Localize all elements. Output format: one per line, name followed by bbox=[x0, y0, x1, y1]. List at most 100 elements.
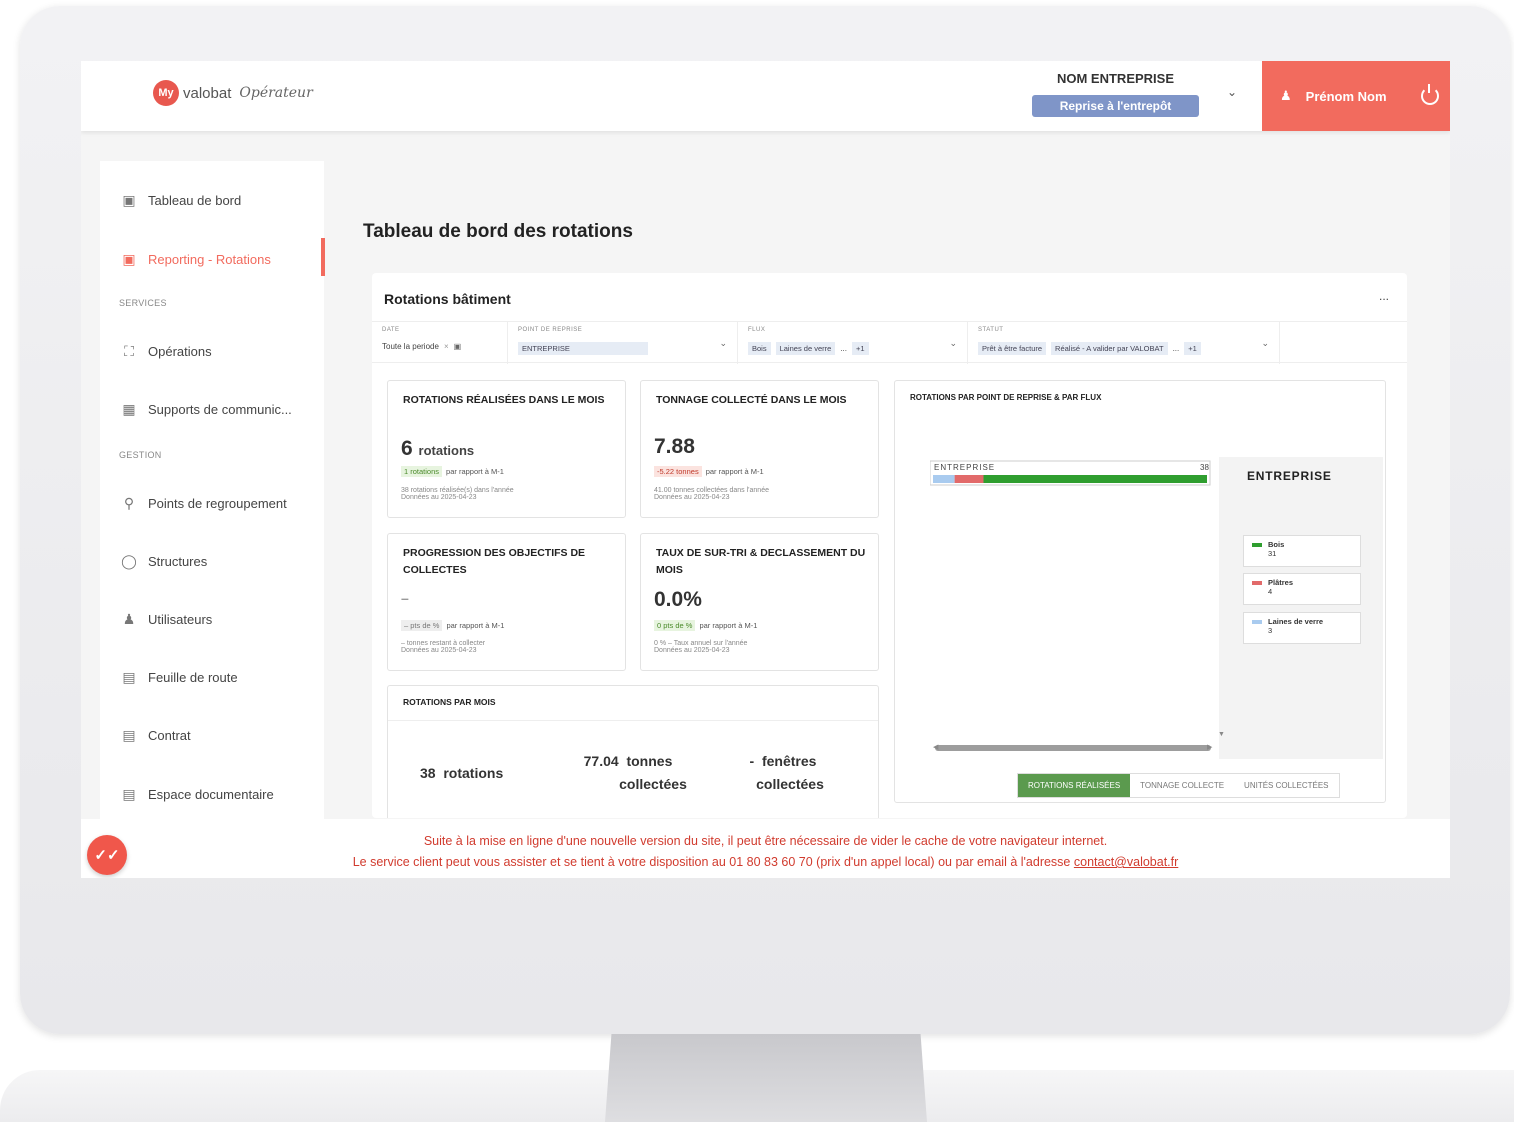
users-icon: ♟ bbox=[122, 610, 136, 627]
card-foot-date: Données au 2025-04-23 bbox=[401, 494, 477, 501]
card-delta: 0 pts de % par rapport à M-1 bbox=[654, 620, 757, 631]
cache-notice: Suite à la mise en ligne d'une nouvelle … bbox=[81, 819, 1450, 878]
tab-unites-collectees[interactable]: UNITÉS COLLECTÉES bbox=[1234, 774, 1338, 797]
app-screen: My valobat Opérateur NOM ENTREPRISE Repr… bbox=[81, 61, 1450, 878]
bar-segment-2[interactable] bbox=[983, 475, 1207, 483]
card-value: – bbox=[401, 590, 409, 606]
sidebar-item-operations[interactable]: ⛶ Opérations bbox=[120, 342, 212, 360]
sidebar-item-reporting-rotations[interactable]: ▣ Reporting - Rotations bbox=[120, 250, 270, 268]
legend-item-platres[interactable]: Plâtres 4 bbox=[1243, 573, 1361, 605]
card-title: TONNAGE COLLECTÉ DANS LE MOIS bbox=[656, 394, 847, 406]
logo-word: valobat bbox=[183, 84, 232, 102]
filter-value-row: Toute la periode × ▣ bbox=[382, 342, 461, 351]
date-filter[interactable]: DATE Toute la periode × ▣ bbox=[372, 322, 508, 364]
point-de-reprise-filter[interactable]: POINT DE REPRISE ENTREPRISE ⌄ bbox=[508, 322, 738, 364]
card-title: PROGRESSION DES OBJECTIFS DE COLLECTES bbox=[403, 547, 586, 576]
statut-filter[interactable]: STATUT Prêt à être facture Réalisé - A v… bbox=[968, 322, 1280, 364]
card-title: ROTATIONS RÉALISÉES DANS LE MOIS bbox=[403, 394, 605, 406]
sidebar-item-structures[interactable]: ◯ Structures bbox=[120, 552, 207, 570]
user-icon: ♟ bbox=[1280, 88, 1292, 103]
horizontal-scrollbar[interactable] bbox=[935, 745, 1211, 751]
flux-filter[interactable]: FLUX Bois Laines de verre ... +1 ⌄ bbox=[738, 322, 968, 364]
checkmark-fab-icon[interactable]: ✓✓ bbox=[87, 835, 127, 875]
delta-chip: 1 rotations bbox=[401, 466, 443, 477]
scroll-left-icon[interactable]: ◀ bbox=[933, 743, 938, 751]
logo-subtitle: Opérateur bbox=[239, 85, 313, 101]
sidebar: ▣ Tableau de bord ▣ Reporting - Rotation… bbox=[100, 161, 325, 821]
filter-value-row: Bois Laines de verre ... +1 bbox=[748, 342, 869, 355]
chevron-down-icon[interactable]: ⌄ bbox=[1261, 338, 1269, 349]
sidebar-item-espace-documentaire[interactable]: ▤ Espace documentaire bbox=[120, 785, 273, 803]
statut-chip[interactable]: Prêt à être facture bbox=[978, 342, 1047, 355]
logo[interactable]: My valobat Opérateur bbox=[153, 80, 313, 106]
card-value: 6 rotations bbox=[401, 437, 474, 461]
delta-text: par rapport à M-1 bbox=[446, 467, 504, 476]
legend-value: 31 bbox=[1268, 549, 1277, 558]
scroll-down-icon[interactable]: ▼ bbox=[1218, 731, 1225, 738]
power-icon[interactable] bbox=[1420, 84, 1439, 105]
chevron-down-icon[interactable]: ⌄ bbox=[949, 338, 957, 349]
delta-chip: – pts de % bbox=[401, 620, 443, 631]
chart-legend: ENTREPRISE Bois 31 Plâtres 4 Laines de v… bbox=[1219, 457, 1383, 759]
map-pin-icon: ⚲ bbox=[123, 494, 135, 511]
chart-rotations-par-point: ROTATIONS PAR POINT DE REPRISE & PAR FLU… bbox=[894, 380, 1386, 803]
page-title: Tableau de bord des rotations bbox=[363, 221, 633, 242]
bar-segment-1[interactable] bbox=[954, 475, 984, 483]
filter-value-row: Prêt à être facture Réalisé - A valider … bbox=[978, 342, 1201, 355]
sidebar-item-tableau-de-bord[interactable]: ▣ Tableau de bord bbox=[120, 191, 241, 209]
bar-segment-0[interactable] bbox=[933, 475, 955, 483]
more-options-icon[interactable]: ... bbox=[1379, 289, 1389, 303]
flux-chip[interactable]: Bois bbox=[748, 342, 771, 355]
sidebar-item-points-de-regroupement[interactable]: ⚲ Points de regroupement bbox=[120, 494, 287, 512]
sidebar-item-utilisateurs[interactable]: ♟ Utilisateurs bbox=[120, 610, 213, 628]
calendar-icon[interactable]: ▣ bbox=[454, 342, 462, 351]
clear-icon[interactable]: × bbox=[444, 342, 449, 351]
sidebar-item-label: Supports de communic... bbox=[148, 401, 292, 417]
user-menu[interactable]: ♟ Prénom Nom bbox=[1262, 61, 1450, 131]
board-icon: ▦ bbox=[122, 400, 136, 417]
more-chip[interactable]: +1 bbox=[1184, 342, 1201, 355]
chevron-down-icon[interactable]: ⌄ bbox=[1227, 85, 1237, 99]
scroll-right-icon[interactable]: ▶ bbox=[1207, 743, 1212, 751]
logo-badge: My bbox=[153, 80, 179, 106]
legend-swatch bbox=[1252, 620, 1262, 624]
legend-name: Laines de verre bbox=[1268, 617, 1324, 626]
month-fenetres-value: - bbox=[749, 753, 755, 769]
company-selector[interactable]: NOM ENTREPRISE Reprise à l'entrepôt bbox=[1032, 71, 1199, 117]
card-value: 7.88 bbox=[654, 435, 695, 458]
sidebar-item-feuille-de-route[interactable]: ▤ Feuille de route bbox=[120, 668, 237, 686]
tab-rotations-realisees[interactable]: ROTATIONS RÉALISÉES bbox=[1018, 774, 1131, 797]
chevron-down-icon[interactable]: ⌄ bbox=[719, 338, 727, 349]
delta-text: par rapport à M-1 bbox=[705, 467, 764, 476]
card-foot-date: Données au 2025-04-23 bbox=[654, 647, 730, 654]
delta-text: par rapport à M-1 bbox=[699, 621, 758, 630]
statut-chip[interactable]: Réalisé - A valider par VALOBAT bbox=[1051, 342, 1168, 355]
point-chip[interactable]: ENTREPRISE bbox=[518, 342, 648, 355]
delta-chip: -5.22 tonnes bbox=[654, 466, 702, 477]
ellipsis: ... bbox=[840, 344, 847, 353]
value-number: 6 bbox=[401, 437, 413, 460]
month-tonnes-label2: collectées bbox=[619, 776, 687, 792]
card-title: ROTATIONS PAR MOIS bbox=[403, 697, 496, 707]
tab-tonnage-collecte[interactable]: TONNAGE COLLECTE bbox=[1130, 774, 1234, 797]
sidebar-item-label: Structures bbox=[148, 553, 208, 569]
card-delta: – pts de % par rapport à M-1 bbox=[401, 620, 504, 631]
card-delta: -5.22 tonnes par rapport à M-1 bbox=[654, 466, 764, 477]
legend-item-laines[interactable]: Laines de verre 3 bbox=[1243, 612, 1361, 644]
contact-email-link[interactable]: contact@valobat.fr bbox=[1074, 855, 1178, 869]
legend-name: Plâtres bbox=[1268, 578, 1294, 587]
legend-item-bois[interactable]: Bois 31 bbox=[1243, 535, 1361, 567]
month-fenetres-line1: - fenêtres bbox=[728, 750, 838, 773]
notice-line2: Le service client peut vous assister et … bbox=[352, 855, 1071, 869]
month-rotations-label: rotations bbox=[443, 765, 504, 781]
flux-chip[interactable]: Laines de verre bbox=[775, 342, 836, 355]
legend-title: ENTREPRISE bbox=[1247, 469, 1332, 483]
sidebar-item-contrat[interactable]: ▤ Contrat bbox=[120, 726, 190, 744]
document-icon: ▤ bbox=[122, 785, 136, 802]
sidebar-item-supports[interactable]: ▦ Supports de communic... bbox=[120, 400, 292, 418]
ellipsis: ... bbox=[1172, 344, 1180, 353]
contract-icon: ▤ bbox=[122, 726, 136, 743]
sidebar-item-label: Opérations bbox=[148, 343, 212, 359]
more-chip[interactable]: +1 bbox=[851, 342, 869, 355]
company-mode-button[interactable]: Reprise à l'entrepôt bbox=[1032, 95, 1199, 117]
